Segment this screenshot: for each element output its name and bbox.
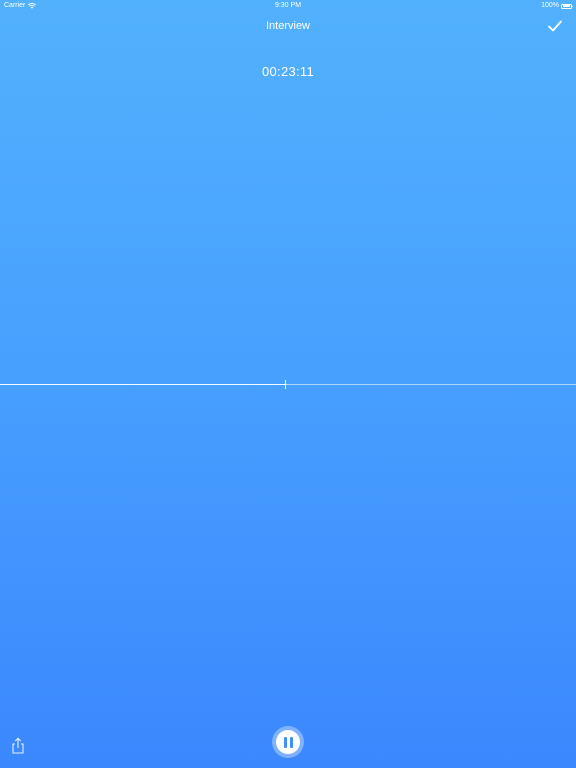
- done-button[interactable]: [546, 17, 564, 35]
- waveform-scrubber[interactable]: [0, 376, 576, 392]
- battery-icon: [561, 3, 574, 9]
- share-icon: [12, 737, 24, 754]
- waveform-remaining-line: [285, 384, 576, 385]
- pause-icon: [276, 730, 300, 754]
- status-time: 9:30 PM: [274, 2, 302, 9]
- status-right: 100%: [541, 0, 574, 12]
- waveform-played-line: [0, 384, 285, 386]
- battery-fill: [562, 5, 571, 7]
- elapsed-timer: 00:23:11: [261, 64, 315, 79]
- share-button[interactable]: [10, 737, 26, 755]
- nav-title: Interview: [265, 20, 311, 32]
- pause-bar-right: [289, 736, 293, 748]
- playhead-marker[interactable]: [284, 380, 286, 389]
- status-bar: Carrier 9:30 PM 100%: [0, 0, 576, 12]
- battery-percent: 100%: [541, 2, 559, 9]
- pause-bar-left: [283, 736, 287, 748]
- pause-button[interactable]: [272, 726, 304, 758]
- checkmark-icon: [548, 20, 562, 32]
- recorder-screen: Carrier 9:30 PM 100% Interview 00:23:11: [0, 0, 576, 768]
